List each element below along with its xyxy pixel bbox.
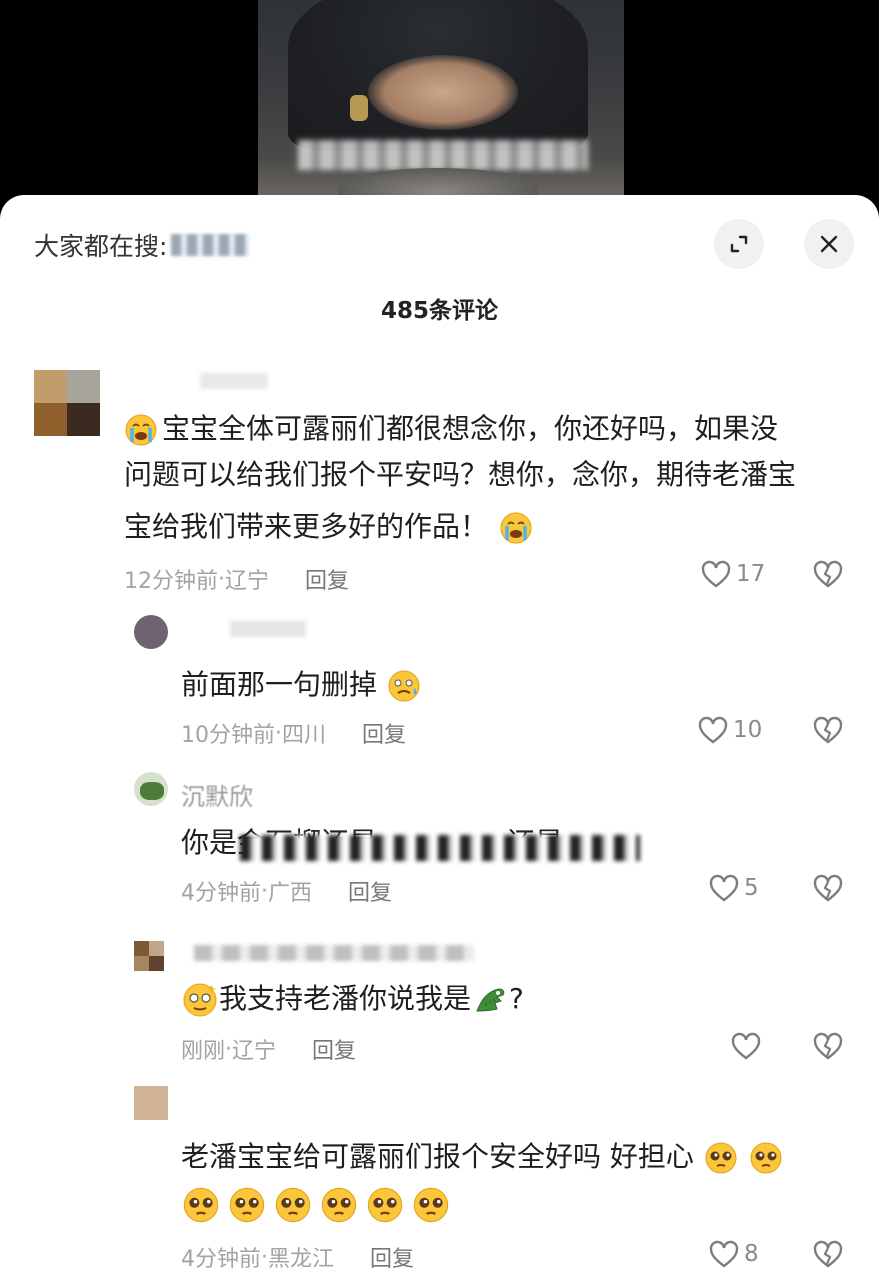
heart-outline-icon xyxy=(709,874,739,902)
avatar[interactable] xyxy=(134,941,164,971)
reply-button[interactable]: 回复 xyxy=(370,1241,414,1273)
pleading-face-emoji xyxy=(275,1187,311,1223)
pleading-face-emoji xyxy=(367,1187,403,1223)
pleading-face-emoji xyxy=(229,1187,265,1223)
comment-location: 辽宁 xyxy=(225,569,270,594)
close-button[interactable] xyxy=(804,219,854,269)
like-button[interactable]: 17 xyxy=(700,559,765,589)
pleading-face-emoji xyxy=(321,1187,357,1223)
emoji-row xyxy=(181,1185,451,1225)
comment-meta: 刚刚 · 辽宁 回复 xyxy=(181,1033,356,1065)
avatar[interactable] xyxy=(134,615,168,649)
heart-outline-icon xyxy=(701,560,731,588)
like-count: 5 xyxy=(744,875,759,901)
comment-sheet: 大家都在搜: 485条评论 宝宝全体可露丽们都很想念你，你还好吗，如果没 问题可… xyxy=(0,195,879,1280)
anxious-sweat-face-emoji xyxy=(388,670,420,702)
dizzy-face-emoji xyxy=(183,983,217,1017)
like-count: 17 xyxy=(736,561,766,587)
like-button[interactable]: 8 xyxy=(708,1239,759,1269)
username-redacted[interactable] xyxy=(230,621,306,637)
video-caption-redacted xyxy=(298,140,588,170)
dislike-button[interactable] xyxy=(812,715,844,749)
broken-heart-icon xyxy=(813,1032,843,1060)
dislike-button[interactable] xyxy=(812,1031,844,1065)
comment-time: 12分钟前 xyxy=(124,569,218,594)
comment-meta: 10分钟前 · 四川 回复 xyxy=(181,717,406,749)
crying-face-emoji xyxy=(500,512,532,544)
dislike-button[interactable] xyxy=(812,559,844,593)
video-hands xyxy=(368,55,518,130)
video-watch xyxy=(350,95,368,121)
comment-text-line2: 问题可以给我们报个平安吗？想你，念你，期待老潘宝 xyxy=(124,458,797,491)
reply-button[interactable]: 回复 xyxy=(312,1033,356,1065)
reply-button[interactable]: 回复 xyxy=(348,875,392,907)
like-count: 10 xyxy=(733,717,763,743)
video-area[interactable] xyxy=(0,0,879,200)
username-redacted[interactable] xyxy=(194,945,474,961)
close-icon xyxy=(820,235,838,253)
pleading-face-emoji xyxy=(413,1187,449,1223)
comment-meta: 12分钟前 · 辽宁 回复 xyxy=(124,563,349,595)
comment-count: 485条评论 xyxy=(380,298,498,324)
like-button[interactable] xyxy=(730,1031,766,1061)
pleading-face-emoji xyxy=(750,1142,782,1174)
comment-time: 4分钟前 xyxy=(181,881,261,906)
dislike-button[interactable] xyxy=(812,1239,844,1273)
reply-button[interactable]: 回复 xyxy=(362,717,406,749)
like-button[interactable]: 10 xyxy=(697,715,762,745)
broken-heart-icon xyxy=(813,560,843,588)
expand-icon xyxy=(730,235,748,253)
search-suggestion[interactable]: 大家都在搜: xyxy=(34,225,250,265)
crying-face-emoji xyxy=(125,414,157,446)
comment-text-line3: 宝给我们带来更多好的作品！ xyxy=(124,505,533,549)
search-prefix: 大家都在搜: xyxy=(34,232,168,261)
broken-heart-icon xyxy=(813,716,843,744)
comment-time: 10分钟前 xyxy=(181,723,275,748)
pleading-face-emoji xyxy=(705,1142,737,1174)
heart-outline-icon xyxy=(709,1240,739,1268)
username[interactable]: 沉默欣 xyxy=(181,777,253,812)
like-button[interactable]: 5 xyxy=(708,873,759,903)
comment-meta: 4分钟前 · 广西 回复 xyxy=(181,875,392,907)
comment-location: 黑龙江 xyxy=(268,1247,335,1272)
search-query-redacted xyxy=(171,234,250,256)
heart-outline-icon xyxy=(731,1032,761,1060)
expand-button[interactable] xyxy=(714,219,764,269)
comment-meta: 4分钟前 · 黑龙江 回复 xyxy=(181,1241,414,1273)
heart-outline-icon xyxy=(698,716,728,744)
video-thumbnail[interactable] xyxy=(258,0,624,196)
comment-location: 广西 xyxy=(268,881,313,906)
username-redacted[interactable] xyxy=(200,373,268,389)
like-count: 8 xyxy=(744,1241,759,1267)
comment-location: 辽宁 xyxy=(232,1039,277,1064)
comment-text: 宝宝全体可露丽们都很想念你，你还好吗，如果没 xyxy=(124,407,778,451)
comment-text: 前面那一句删掉 xyxy=(181,663,422,707)
broken-heart-icon xyxy=(813,1240,843,1268)
comment-location: 四川 xyxy=(282,723,327,748)
dislike-button[interactable] xyxy=(812,873,844,907)
avatar[interactable] xyxy=(134,1086,168,1120)
pleading-face-emoji xyxy=(183,1187,219,1223)
video-hair xyxy=(338,168,538,196)
reply-button[interactable]: 回复 xyxy=(305,563,349,595)
avatar[interactable] xyxy=(34,370,100,436)
comment-text: 我支持老潘你说我是 ? xyxy=(181,977,524,1021)
crocodile-emoji xyxy=(476,988,505,1012)
comment-text-redacted xyxy=(240,835,640,861)
avatar[interactable] xyxy=(134,772,168,806)
broken-heart-icon xyxy=(813,874,843,902)
comment-text: 老潘宝宝给可露丽们报个安全好吗 好担心 xyxy=(181,1135,784,1179)
comment-time: 4分钟前 xyxy=(181,1247,261,1272)
comment-time: 刚刚 xyxy=(181,1039,226,1064)
